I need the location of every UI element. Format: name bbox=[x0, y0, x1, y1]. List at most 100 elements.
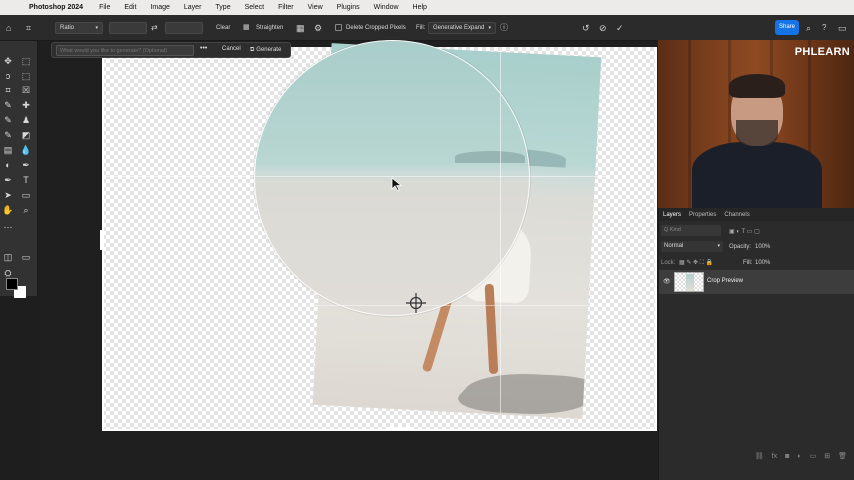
crop-tool-icon[interactable]: ⌗ bbox=[2, 84, 14, 96]
home-icon[interactable]: ⌂ bbox=[6, 23, 11, 33]
menu-plugins[interactable]: Plugins bbox=[337, 4, 360, 11]
hand-tool-icon[interactable]: ✋ bbox=[2, 204, 14, 216]
overlay-grid-icon[interactable]: ▦ bbox=[296, 23, 305, 33]
tab-channels[interactable]: Channels bbox=[724, 212, 749, 218]
edit-toolbar-icon[interactable]: ⛭ bbox=[2, 267, 14, 279]
menu-type[interactable]: Type bbox=[215, 4, 230, 11]
spot-heal-icon[interactable]: ✚ bbox=[20, 99, 32, 111]
swap-icon[interactable]: ⇄ bbox=[151, 23, 158, 33]
menu-help[interactable]: Help bbox=[413, 4, 427, 11]
crop-edge-right[interactable] bbox=[655, 47, 657, 431]
mask-icon[interactable]: ◙ bbox=[785, 453, 789, 460]
menu-layer[interactable]: Layer bbox=[184, 4, 202, 11]
group-icon[interactable]: ▭ bbox=[810, 452, 817, 460]
fill-value[interactable]: 100% bbox=[755, 260, 770, 266]
crop-grid-line-horizontal bbox=[102, 305, 608, 306]
screen-mode-icon[interactable]: ▭ bbox=[20, 251, 32, 263]
filter-icons[interactable]: ▣ ◐ T ▭ ▢ bbox=[729, 228, 854, 235]
info-icon[interactable]: ⓘ bbox=[500, 23, 508, 33]
menu-window[interactable]: Window bbox=[374, 4, 399, 11]
eraser-icon[interactable]: ◩ bbox=[20, 129, 32, 141]
blend-mode-dropdown[interactable]: Normal ▾ bbox=[661, 241, 723, 252]
eyedropper-icon[interactable]: ✎ bbox=[2, 99, 14, 111]
foreground-color-swatch[interactable] bbox=[6, 278, 18, 290]
layers-panel: Layers Properties Channels Q Kind ▣ ◐ T … bbox=[658, 208, 854, 480]
gradient-icon[interactable]: ▤ bbox=[2, 144, 14, 156]
tools-panel: ✥ ⬚ ↄ ⬚ ⌗ ☒ ✎ ✚ ✎ ♟ ✎ ◩ ▤ 💧 ◐ ✒ ✒ T ➤ ▭ … bbox=[0, 41, 38, 298]
share-button[interactable]: Share bbox=[775, 20, 799, 35]
crop-handle-left[interactable] bbox=[100, 230, 104, 250]
workspace-icon[interactable]: ▭ bbox=[838, 23, 847, 33]
rotation-pivot-icon[interactable] bbox=[406, 293, 426, 313]
layer-thumbnail bbox=[674, 272, 704, 292]
tab-properties[interactable]: Properties bbox=[689, 212, 716, 218]
object-select-icon[interactable]: ⬚ bbox=[20, 70, 32, 82]
frame-tool-icon[interactable]: ☒ bbox=[20, 84, 32, 96]
cancel-button[interactable]: Cancel bbox=[222, 46, 241, 52]
crop-edge-bottom[interactable] bbox=[102, 429, 657, 431]
opacity-value[interactable]: 100% bbox=[755, 244, 770, 250]
straighten-icon: ▦ bbox=[243, 24, 250, 31]
chevron-down-icon: ▾ bbox=[717, 243, 720, 249]
height-field[interactable] bbox=[165, 22, 203, 34]
move-tool-icon[interactable]: ✥ bbox=[2, 55, 14, 67]
app-menu[interactable]: Photoshop 2024 bbox=[29, 4, 83, 11]
generate-prompt-input[interactable] bbox=[56, 45, 194, 56]
path-select-icon[interactable]: ➤ bbox=[2, 189, 14, 201]
eye-icon[interactable]: 👁 bbox=[663, 278, 671, 285]
rectangle-tool-icon[interactable]: ▭ bbox=[20, 189, 32, 201]
adjustment-icon[interactable]: ◐ bbox=[797, 453, 801, 460]
gear-icon[interactable]: ⚙ bbox=[314, 23, 322, 33]
generate-button[interactable]: ⧉ Generate bbox=[250, 45, 281, 56]
cancel-crop-icon[interactable]: ⊘ bbox=[599, 23, 607, 33]
pen-icon[interactable]: ✒ bbox=[20, 159, 32, 171]
menu-filter[interactable]: Filter bbox=[278, 4, 294, 11]
menu-select[interactable]: Select bbox=[245, 4, 264, 11]
help-icon[interactable]: ? bbox=[822, 23, 826, 33]
ratio-dropdown[interactable]: Ratio ▾ bbox=[55, 22, 103, 34]
menu-file[interactable]: File bbox=[99, 4, 110, 11]
dodge-icon[interactable]: ◐ bbox=[2, 159, 14, 171]
layer-kind-filter[interactable]: Q Kind bbox=[661, 225, 721, 236]
type-tool-icon[interactable]: T bbox=[20, 174, 32, 186]
clear-button[interactable]: Clear bbox=[216, 15, 230, 41]
lasso-tool-icon[interactable]: ↄ bbox=[2, 70, 14, 82]
menu-view[interactable]: View bbox=[308, 4, 323, 11]
menu-edit[interactable]: Edit bbox=[124, 4, 136, 11]
brush-icon[interactable]: ✎ bbox=[2, 114, 14, 126]
reset-icon[interactable]: ↺ bbox=[582, 23, 590, 33]
opacity-label: Opacity: bbox=[729, 244, 752, 250]
layer-row[interactable]: 👁 Crop Preview bbox=[659, 270, 854, 294]
more-options-icon[interactable]: ••• bbox=[200, 45, 207, 52]
fx-icon[interactable]: fx bbox=[772, 453, 777, 460]
pen-tool-icon[interactable]: ✒ bbox=[2, 174, 14, 186]
search-icon[interactable]: ⌕ bbox=[806, 23, 811, 33]
layer-name[interactable]: Crop Preview bbox=[707, 278, 743, 284]
new-layer-icon[interactable]: ⊞ bbox=[824, 452, 830, 460]
phlearn-logo: PHLEARN bbox=[794, 46, 850, 58]
stamp-icon[interactable]: ♟ bbox=[20, 114, 32, 126]
more-tools-icon[interactable]: ⋯ bbox=[2, 221, 14, 233]
photoshop-window: Photoshop 2024 File Edit Image Layer Typ… bbox=[0, 0, 854, 480]
generate-icon: ⧉ bbox=[250, 47, 255, 53]
delete-cropped-checkbox[interactable] bbox=[335, 24, 342, 31]
straighten-button[interactable]: Straighten bbox=[256, 15, 283, 41]
crop-handle-bottom[interactable] bbox=[390, 427, 412, 431]
link-icon[interactable]: ⛓ bbox=[755, 452, 764, 460]
crop-tool-icon[interactable]: ⌗ bbox=[26, 23, 31, 33]
menu-image[interactable]: Image bbox=[150, 4, 169, 11]
fill-dropdown[interactable]: Generative Expand ▾ bbox=[428, 22, 496, 34]
quick-mask-icon[interactable]: ◫ bbox=[2, 251, 14, 263]
trash-icon[interactable]: 🗑 bbox=[838, 452, 847, 460]
menu-bar: Photoshop 2024 File Edit Image Layer Typ… bbox=[0, 0, 854, 15]
blur-icon[interactable]: 💧 bbox=[20, 144, 32, 156]
commit-check-icon[interactable]: ✓ bbox=[616, 23, 624, 33]
lock-label: Lock: bbox=[661, 260, 676, 266]
presenter-body bbox=[692, 142, 822, 208]
marquee-tool-icon[interactable]: ⬚ bbox=[20, 55, 32, 67]
history-brush-icon[interactable]: ✎ bbox=[2, 129, 14, 141]
tab-layers[interactable]: Layers bbox=[663, 212, 681, 218]
width-field[interactable] bbox=[109, 22, 147, 34]
zoom-tool-icon[interactable]: ⌕ bbox=[20, 204, 32, 216]
lock-icons[interactable]: ▦ ✎ ✥ ⛶ 🔒 bbox=[679, 259, 713, 267]
